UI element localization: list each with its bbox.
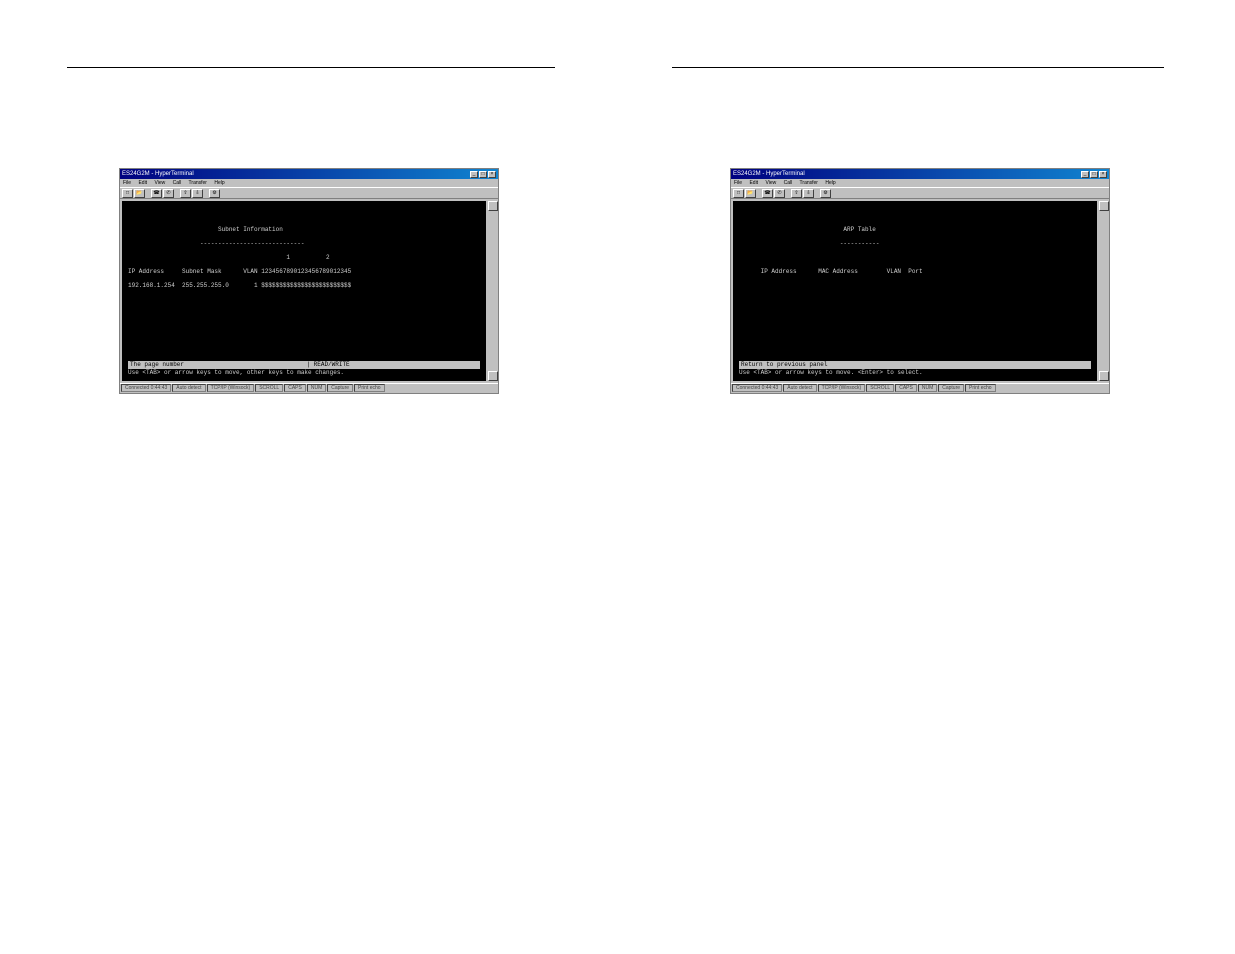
toolbar: □ 📂 ☎ ✆ ⇧ ⇩ ⚙	[731, 187, 1109, 199]
terminal-help-line: Use <TAB> or arrow keys to move. <Enter>…	[739, 369, 1091, 377]
status-protocol: TCP/IP (Winsock)	[818, 384, 866, 392]
header-numbers: 1 2	[128, 254, 480, 261]
menu-help[interactable]: Help	[214, 180, 224, 186]
terminal-area: ARP Table ----------- IP Address MAC Add…	[731, 199, 1109, 383]
connect-icon[interactable]: ☎	[151, 189, 162, 198]
status-protocol: TCP/IP (Winsock)	[207, 384, 255, 392]
menu-call[interactable]: Call	[784, 180, 793, 186]
screen-title: Subnet Information	[218, 226, 283, 233]
status-bar: Connected 0:44:43 Auto detect TCP/IP (Wi…	[120, 383, 498, 393]
minimize-button[interactable]: _	[470, 171, 478, 178]
status-connected: Connected 0:44:43	[732, 384, 782, 392]
window-controls: _ □ ×	[1081, 171, 1107, 178]
terminal-subnet[interactable]: Subnet Information ---------------------…	[122, 201, 486, 381]
window-title: ES24G2M - HyperTerminal	[733, 169, 805, 179]
properties-icon[interactable]: ⚙	[209, 189, 220, 198]
terminal-area: Subnet Information ---------------------…	[120, 199, 498, 383]
header-columns: IP Address MAC Address VLAN Port	[761, 268, 923, 275]
page: ES24G2M - HyperTerminal _ □ × File Edit …	[0, 0, 1235, 954]
right-column: ES24G2M - HyperTerminal _ □ × File Edit …	[672, 60, 1172, 394]
hyperterminal-window-subnet: ES24G2M - HyperTerminal _ □ × File Edit …	[119, 168, 499, 394]
menu-view[interactable]: View	[154, 180, 165, 186]
minimize-button[interactable]: _	[1081, 171, 1089, 178]
hyperterminal-window-arp: ES24G2M - HyperTerminal _ □ × File Edit …	[730, 168, 1110, 394]
status-right: | READ/WRITE	[306, 361, 349, 368]
data-row: 192.168.1.254 255.255.255.0 1 $$$$$$$$$$…	[128, 282, 480, 289]
close-button[interactable]: ×	[1099, 171, 1107, 178]
status-scroll: SCROLL	[866, 384, 894, 392]
receive-icon[interactable]: ⇩	[192, 189, 203, 198]
terminal-status-line: The page number | READ/WRITE	[128, 361, 480, 369]
connect-icon[interactable]: ☎	[762, 189, 773, 198]
properties-icon[interactable]: ⚙	[820, 189, 831, 198]
menu-transfer[interactable]: Transfer	[800, 180, 818, 186]
toolbar: □ 📂 ☎ ✆ ⇧ ⇩ ⚙	[120, 187, 498, 199]
status-caps: CAPS	[895, 384, 917, 392]
screen-underline: -----------------------------	[200, 240, 304, 247]
terminal-status-line: Return to previous panel	[739, 361, 1091, 369]
disconnect-icon[interactable]: ✆	[774, 189, 785, 198]
terminal-arp[interactable]: ARP Table ----------- IP Address MAC Add…	[733, 201, 1097, 381]
menu-view[interactable]: View	[765, 180, 776, 186]
status-capture: Capture	[938, 384, 964, 392]
status-bar: Connected 0:44:43 Auto detect TCP/IP (Wi…	[731, 383, 1109, 393]
disconnect-icon[interactable]: ✆	[163, 189, 174, 198]
window-titlebar[interactable]: ES24G2M - HyperTerminal _ □ ×	[120, 169, 498, 179]
status-connected: Connected 0:44:43	[121, 384, 171, 392]
close-button[interactable]: ×	[488, 171, 496, 178]
menu-edit[interactable]: Edit	[138, 180, 147, 186]
window-title: ES24G2M - HyperTerminal	[122, 169, 194, 179]
menu-bar: File Edit View Call Transfer Help	[120, 179, 498, 187]
status-detect: Auto detect	[783, 384, 816, 392]
status-caps: CAPS	[284, 384, 306, 392]
menu-file[interactable]: File	[734, 180, 742, 186]
menu-file[interactable]: File	[123, 180, 131, 186]
screen-underline: -----------	[840, 240, 880, 247]
status-num: NUM	[307, 384, 326, 392]
menu-call[interactable]: Call	[173, 180, 182, 186]
status-detect: Auto detect	[172, 384, 205, 392]
header-columns: IP Address Subnet Mask VLAN 123456789012…	[128, 268, 480, 275]
maximize-button[interactable]: □	[479, 171, 487, 178]
window-titlebar[interactable]: ES24G2M - HyperTerminal _ □ ×	[731, 169, 1109, 179]
status-left: The page number	[130, 361, 184, 368]
send-icon[interactable]: ⇧	[180, 189, 191, 198]
receive-icon[interactable]: ⇩	[803, 189, 814, 198]
new-icon[interactable]: □	[733, 189, 744, 198]
send-icon[interactable]: ⇧	[791, 189, 802, 198]
vertical-scrollbar[interactable]	[1099, 201, 1107, 381]
maximize-button[interactable]: □	[1090, 171, 1098, 178]
open-icon[interactable]: 📂	[134, 189, 145, 198]
vertical-scrollbar[interactable]	[488, 201, 496, 381]
status-printecho: Print echo	[965, 384, 996, 392]
menu-transfer[interactable]: Transfer	[189, 180, 207, 186]
menu-edit[interactable]: Edit	[749, 180, 758, 186]
new-icon[interactable]: □	[122, 189, 133, 198]
left-column: ES24G2M - HyperTerminal _ □ × File Edit …	[67, 60, 567, 394]
window-controls: _ □ ×	[470, 171, 496, 178]
status-num: NUM	[918, 384, 937, 392]
menu-bar: File Edit View Call Transfer Help	[731, 179, 1109, 187]
status-scroll: SCROLL	[255, 384, 283, 392]
status-capture: Capture	[327, 384, 353, 392]
terminal-help-line: Use <TAB> or arrow keys to move, other k…	[128, 369, 480, 377]
screen-title: ARP Table	[843, 226, 875, 233]
open-icon[interactable]: 📂	[745, 189, 756, 198]
status-printecho: Print echo	[354, 384, 385, 392]
menu-help[interactable]: Help	[825, 180, 835, 186]
